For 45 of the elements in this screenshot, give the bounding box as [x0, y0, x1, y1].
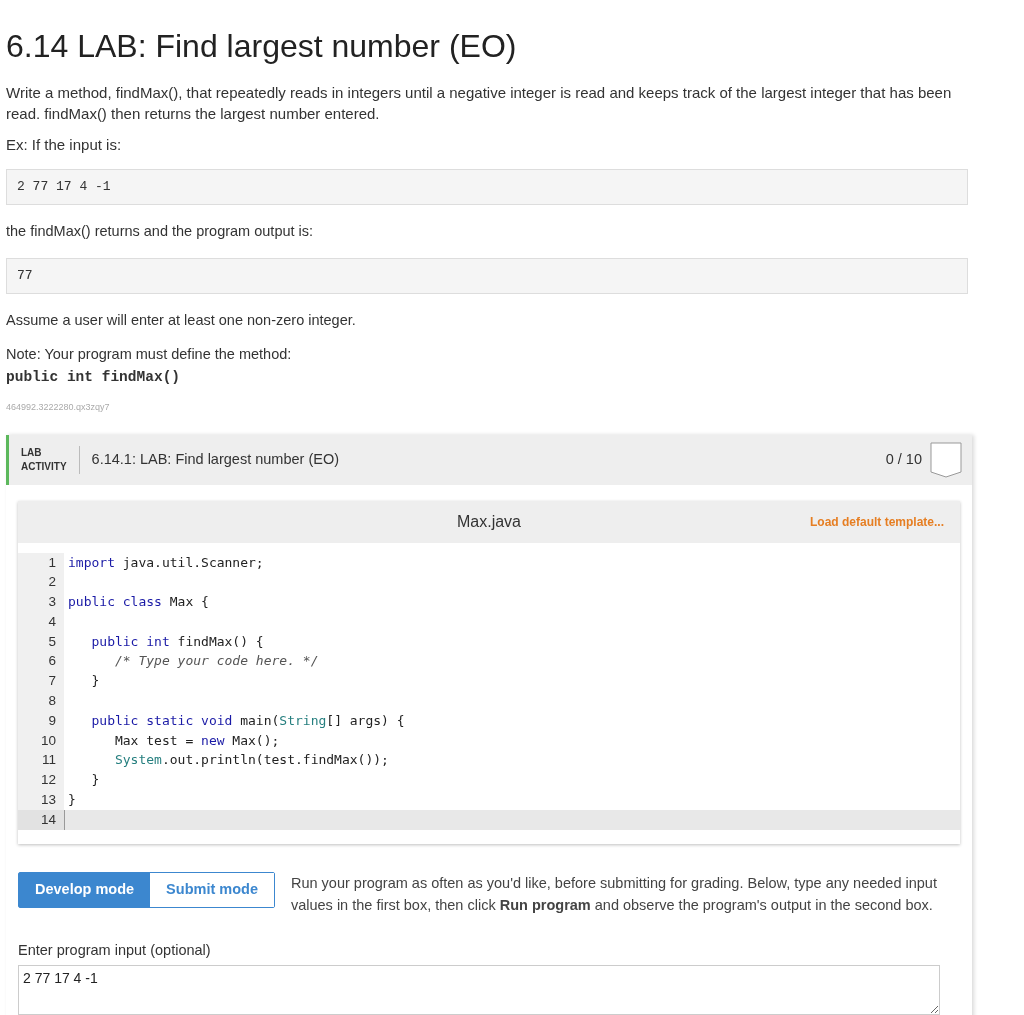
method-signature: public int findMax(): [6, 368, 182, 388]
code-line: import java.util.Scanner;: [67, 553, 265, 572]
input-label: Enter program input (optional): [18, 940, 212, 960]
code-line: }: [67, 791, 77, 810]
file-name: Max.java: [457, 511, 521, 532]
description-text: the findMax() returns and the program output is:: [6, 221, 315, 241]
example-input-block: 2 77 17 4 -1: [6, 169, 968, 205]
description-text: Ex: If the input is:: [6, 135, 123, 155]
mode-tab[interactable]: Develop mode: [19, 872, 151, 907]
code-line: public class Max {: [67, 593, 210, 612]
line-number: 9: [47, 711, 57, 730]
line-number: 5: [47, 632, 57, 651]
code-line: public static void main(String[] args) {: [90, 711, 406, 730]
code-line: }: [90, 672, 101, 691]
id-code: 464992.3222280.qx3zqy7: [6, 401, 111, 414]
line-number: 7: [47, 672, 57, 691]
description-text: Note: Your program must define the method:: [6, 344, 293, 364]
line-number: 14: [18, 809, 64, 830]
line-number: 8: [47, 692, 57, 711]
code-line: public int findMax() {: [90, 632, 265, 651]
example-output-block: 77: [6, 258, 968, 294]
line-number: 3: [47, 593, 57, 612]
line-number: 10: [39, 731, 57, 750]
line-number: 2: [47, 573, 57, 592]
description-text: Assume a user will enter at least one non-zero integer.: [6, 310, 357, 330]
score-badge-icon: [930, 441, 962, 478]
lab-activity-tag: ACTIVITY: [21, 459, 67, 474]
code-line: /* Type your code here. */: [113, 652, 320, 671]
page-title: 6.14 LAB: Find largest number (EO): [6, 27, 518, 66]
instructions-text: Run your program as often as you'd like, before submitting for grading. Below, type any needed input values in the first box, then click Run program and observe the program's output in the second box.: [290, 873, 938, 915]
line-number: 12: [39, 771, 57, 790]
code-line: }: [90, 771, 101, 790]
code-line: Max test = new Max();: [113, 731, 281, 750]
line-number: 11: [41, 751, 57, 770]
line-number: 1: [47, 553, 57, 572]
line-number: 6: [47, 652, 57, 671]
lab-activity-tag: LAB: [21, 445, 67, 460]
program-input-field[interactable]: 2 77 17 4 -1: [18, 965, 940, 1015]
score-text: 0 / 10: [885, 449, 922, 469]
line-number: 13: [39, 791, 57, 810]
lab-title: 6.14.1: LAB: Find largest number (EO): [91, 449, 339, 469]
description-text: Write a method, findMax(), that repeatedly reads in integers until a negative integer is read and keeps track of the largest integer that has been read. findMax() then returns the largest number entered.: [6, 83, 953, 124]
code-line: System.out.println(test.findMax());: [113, 751, 390, 770]
load-template-link[interactable]: Load default template...: [810, 512, 944, 531]
line-number: 4: [47, 612, 57, 631]
